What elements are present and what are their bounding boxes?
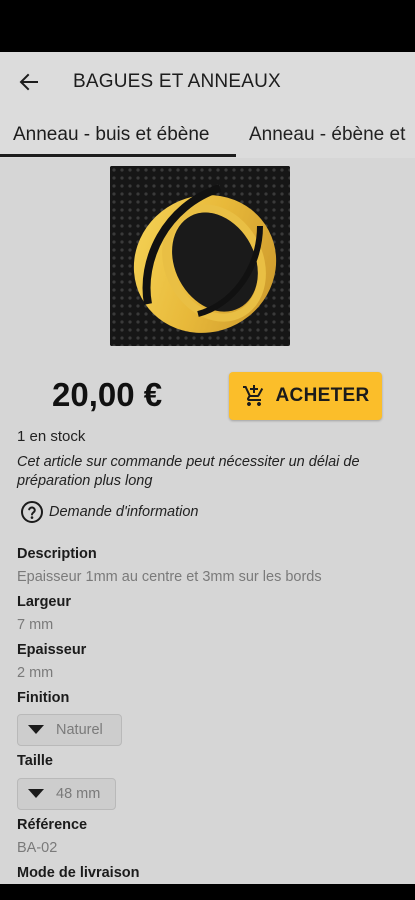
page-title: BAGUES ET ANNEAUX bbox=[73, 71, 281, 92]
tab-anneau-ebene[interactable]: Anneau - ébène et bbox=[249, 112, 405, 158]
reference-label: Référence bbox=[17, 817, 88, 833]
finition-label: Finition bbox=[17, 690, 70, 706]
epaisseur-value: 2 mm bbox=[17, 665, 54, 681]
help-circle-icon bbox=[21, 501, 43, 523]
taille-select[interactable]: 48 mm bbox=[17, 778, 116, 810]
description-value: Epaisseur 1mm au centre et 3mm sur les b… bbox=[17, 569, 322, 585]
product-detail[interactable]: 20,00 € ACHETER 1 en stock Cet article s… bbox=[0, 158, 415, 884]
buy-button-label: ACHETER bbox=[275, 385, 370, 406]
status-bar bbox=[0, 0, 415, 52]
reference-value: BA-02 bbox=[17, 840, 58, 856]
product-image bbox=[110, 166, 290, 346]
taille-selected-value: 48 mm bbox=[56, 786, 101, 802]
order-note: Cet article sur commande peut nécessiter… bbox=[17, 454, 360, 489]
back-button[interactable] bbox=[0, 52, 58, 112]
livraison-label: Mode de livraison bbox=[17, 865, 140, 881]
epaisseur-label: Epaisseur bbox=[17, 642, 87, 658]
arrow-left-icon bbox=[19, 73, 38, 91]
largeur-label: Largeur bbox=[17, 594, 71, 610]
tab-indicator bbox=[0, 154, 236, 157]
system-nav-bar bbox=[0, 884, 415, 900]
finition-selected-value: Naturel bbox=[56, 722, 103, 738]
info-request-label: Demande d'information bbox=[49, 504, 199, 520]
tab-bar: Anneau - buis et ébène Anneau - ébène et bbox=[0, 112, 415, 158]
add-shopping-cart-icon bbox=[242, 385, 263, 406]
stock-status: 1 en stock bbox=[17, 428, 86, 445]
buy-button[interactable]: ACHETER bbox=[229, 372, 382, 420]
triangle-down-icon bbox=[28, 789, 44, 798]
largeur-value: 7 mm bbox=[17, 617, 54, 633]
product-price: 20,00 € bbox=[52, 376, 163, 413]
finition-select[interactable]: Naturel bbox=[17, 714, 122, 746]
info-request-link[interactable]: Demande d'information bbox=[20, 500, 198, 524]
description-label: Description bbox=[17, 546, 97, 562]
taille-label: Taille bbox=[17, 753, 53, 769]
app-bar: BAGUES ET ANNEAUX bbox=[0, 52, 415, 112]
triangle-down-icon bbox=[28, 725, 44, 734]
tab-anneau-buis-ebene[interactable]: Anneau - buis et ébène bbox=[13, 112, 210, 158]
